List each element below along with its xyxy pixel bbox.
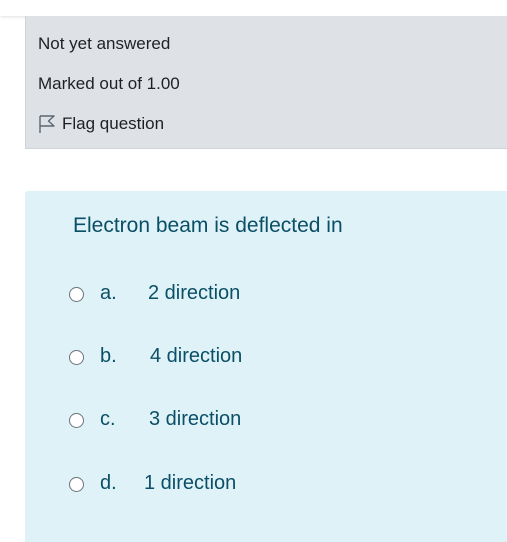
question-content-panel: Electron beam is deflected in a. 2 direc… <box>25 191 507 542</box>
radio-button[interactable] <box>69 286 84 302</box>
radio-button[interactable] <box>69 476 84 492</box>
option-letter: c. <box>100 408 116 430</box>
radio-button[interactable] <box>69 349 84 365</box>
question-text: Electron beam is deflected in <box>73 214 343 237</box>
option-text: 1 direction <box>144 472 237 494</box>
option-letter: d. <box>100 472 117 494</box>
answer-option-b[interactable]: b. 4 direction <box>69 344 242 370</box>
answer-option-d[interactable]: d. 1 direction <box>69 471 236 497</box>
question-marks: Marked out of 1.00 <box>38 74 180 93</box>
answer-option-a[interactable]: a. 2 direction <box>69 281 240 307</box>
option-letter: a. <box>100 282 117 304</box>
flag-question-label: Flag question <box>62 114 165 133</box>
option-text: 3 direction <box>149 408 242 430</box>
answer-option-c[interactable]: c. 3 direction <box>69 407 241 433</box>
flag-outline-icon <box>39 115 55 133</box>
answer-status: Not yet answered <box>38 34 171 53</box>
option-text: 4 direction <box>150 345 243 367</box>
radio-button[interactable] <box>69 412 84 428</box>
question-info-panel: Not yet answered Marked out of 1.00 Flag… <box>25 16 507 149</box>
option-text: 2 direction <box>148 282 241 304</box>
top-divider <box>0 0 507 16</box>
option-letter: b. <box>100 345 117 367</box>
quiz-page: Not yet answered Marked out of 1.00 Flag… <box>0 0 507 542</box>
flag-question-link[interactable]: Flag question <box>38 113 164 135</box>
